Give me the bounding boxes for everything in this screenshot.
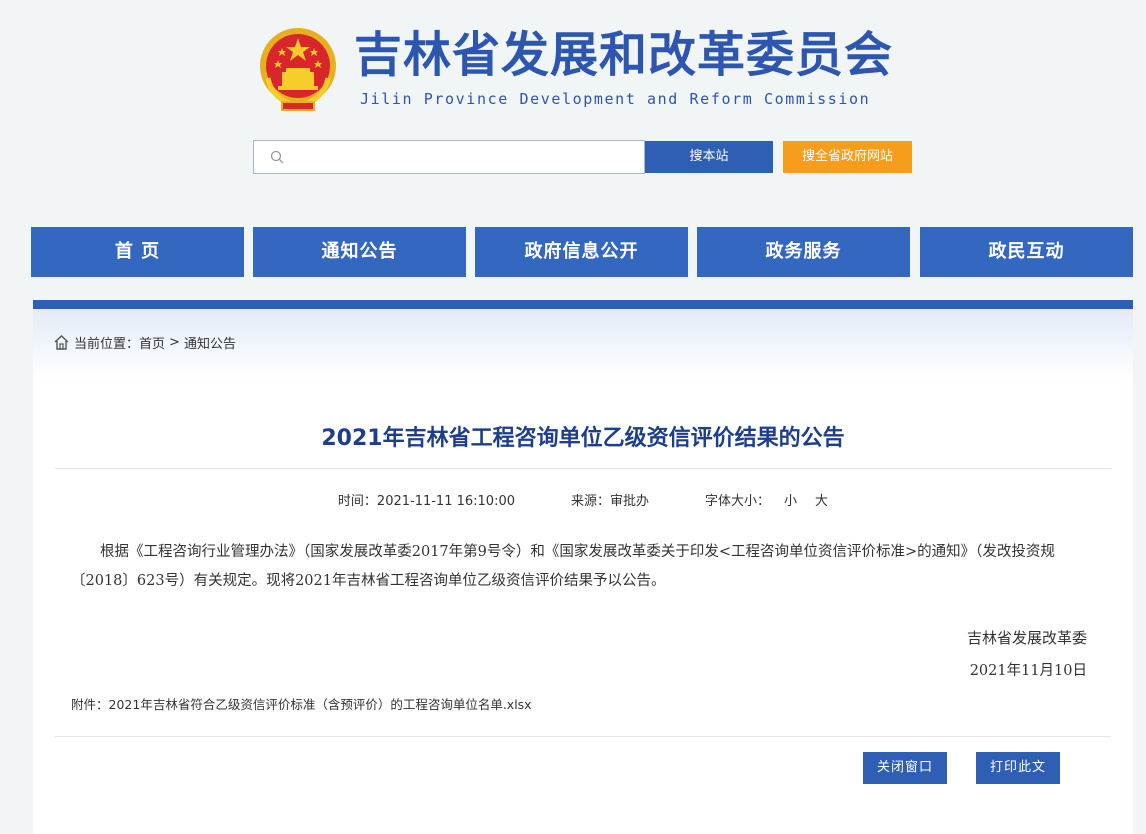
site-subtitle: Jilin Province Development and Reform Co… [360, 90, 871, 108]
divider [55, 468, 1111, 469]
nav-item-home[interactable]: 首 页 [31, 227, 244, 277]
main-nav: 首 页 通知公告 政府信息公开 政务服务 政民互动 [31, 227, 1133, 277]
search-site-button[interactable]: 搜本站 [645, 141, 773, 173]
font-large-button[interactable]: 大 [815, 490, 828, 509]
search-input[interactable] [294, 145, 634, 169]
breadcrumb-prefix: 当前位置： [74, 337, 140, 352]
search-gov-button[interactable]: 搜全省政府网站 [783, 141, 912, 173]
font-small-button[interactable]: 小 [784, 490, 797, 509]
signature-date: 2021年11月10日 [969, 663, 1087, 679]
close-window-button[interactable]: 关闭窗口 [863, 752, 947, 784]
article-meta: 时间：2021-11-11 16:10:00 来源：审批办 字体大小： 小 大 [33, 490, 1133, 509]
article-time: 时间：2021-11-11 16:10:00 [337, 494, 515, 509]
breadcrumb: 当前位置： 首页 > 通知公告 [53, 333, 236, 352]
nav-item-info-disclosure[interactable]: 政府信息公开 [475, 227, 688, 277]
attachment-prefix: 附件： [71, 697, 109, 712]
nav-item-notices[interactable]: 通知公告 [253, 227, 466, 277]
signature-org: 吉林省发展改革委 [966, 629, 1087, 647]
panel-top-bar [33, 300, 1133, 309]
divider [55, 736, 1111, 737]
home-icon [54, 335, 69, 350]
font-size-label: 字体大小： [705, 494, 771, 509]
attachment: 附件：2021年吉林省符合乙级资信评价标准（含预评价）的工程咨询单位名单.xls… [71, 694, 532, 713]
article-title: 2021年吉林省工程咨询单位乙级资信评价结果的公告 [321, 426, 845, 451]
nav-item-interaction[interactable]: 政民互动 [920, 227, 1133, 277]
article-body: 根据《工程咨询行业管理办法》（国家发展改革委2017年第9号令）和《国家发展改革… [71, 544, 1055, 589]
site-title: 吉林省发展和改革委员会 [354, 27, 894, 83]
attachment-link[interactable]: 2021年吉林省符合乙级资信评价标准（含预评价）的工程咨询单位名单.xlsx [109, 697, 532, 712]
search-icon [270, 150, 284, 164]
nav-item-gov-services[interactable]: 政务服务 [697, 227, 910, 277]
content-panel: 当前位置： 首页 > 通知公告 2021年吉林省工程咨询单位乙级资信评价结果的公… [33, 300, 1133, 834]
national-emblem-icon [258, 26, 338, 112]
breadcrumb-home-link[interactable]: 首页 [139, 333, 165, 352]
breadcrumb-current-link[interactable]: 通知公告 [184, 333, 236, 352]
article-source: 来源：审批办 [571, 494, 650, 509]
search-box[interactable] [253, 140, 645, 174]
print-article-button[interactable]: 打印此文 [976, 752, 1060, 784]
breadcrumb-separator: > [169, 335, 180, 350]
